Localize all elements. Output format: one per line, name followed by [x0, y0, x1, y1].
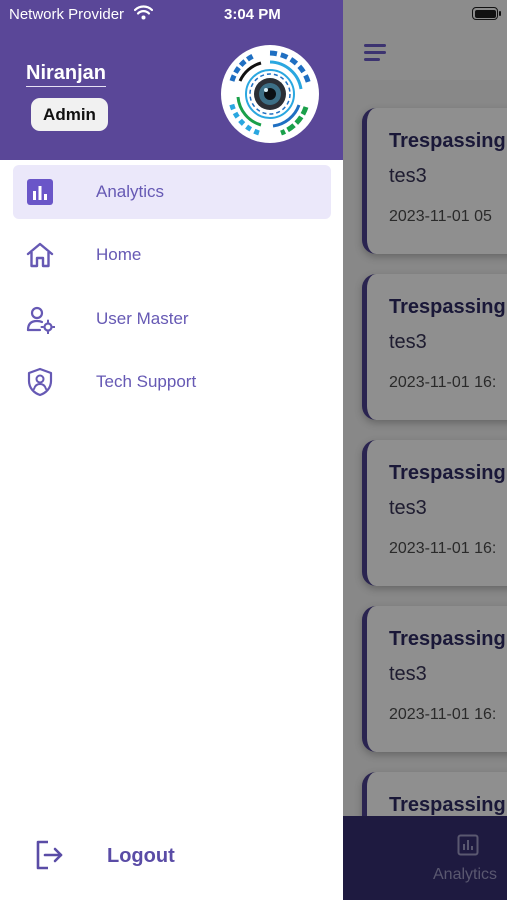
- incident-card[interactable]: Trespassing tes3 2023-11-01 16:: [362, 606, 507, 752]
- role-badge: Admin: [31, 98, 108, 131]
- drawer-header: Network Provider 3:04 PM Niranjan Admin: [0, 0, 343, 160]
- incident-title: Trespassing: [389, 130, 506, 152]
- menu-item-label: Home: [96, 245, 142, 264]
- menu-item-label: Analytics: [96, 182, 165, 201]
- incident-card[interactable]: Trespassing: [362, 772, 507, 816]
- incident-subtitle: tes3: [389, 331, 427, 353]
- status-time: 3:04 PM: [224, 6, 281, 23]
- incident-subtitle: tes3: [389, 663, 427, 685]
- incident-title: Trespassing: [389, 794, 506, 816]
- menu-item-tech-support[interactable]: Tech Support: [13, 355, 331, 409]
- user-name: Niranjan: [26, 62, 107, 87]
- menu-item-user-master[interactable]: User Master: [13, 292, 331, 346]
- app-logo: [221, 45, 319, 143]
- menu-item-analytics[interactable]: Analytics: [13, 165, 331, 219]
- incident-subtitle: tes3: [389, 165, 427, 187]
- incident-list: Trespassing tes3 2023-11-01 05 Trespassi…: [343, 80, 507, 816]
- incident-card[interactable]: Trespassing tes3 2023-11-01 05: [362, 108, 507, 254]
- menu-item-home[interactable]: Home: [13, 228, 331, 282]
- incident-title: Trespassing: [389, 628, 506, 650]
- incident-title: Trespassing: [389, 296, 506, 318]
- shield-user-icon: [27, 367, 53, 397]
- camera-lens-logo-icon: [223, 47, 317, 141]
- user-settings-icon: [26, 306, 55, 334]
- navigation-drawer: Network Provider 3:04 PM Niranjan Admin: [0, 0, 343, 900]
- incident-date: 2023-11-01 16:: [389, 374, 497, 391]
- bottom-tab-bar: Analytics: [343, 816, 507, 900]
- wifi-icon: [134, 5, 153, 20]
- hamburger-menu-icon[interactable]: [364, 44, 386, 61]
- incident-subtitle: tes3: [389, 497, 427, 519]
- incident-date: 2023-11-01 16:: [389, 706, 497, 723]
- incident-title: Trespassing: [389, 462, 506, 484]
- home-icon: [26, 242, 54, 268]
- logout-button[interactable]: Logout: [0, 822, 343, 888]
- menu-item-label: User Master: [96, 309, 189, 328]
- incident-date: 2023-11-01 05: [389, 208, 492, 225]
- analytics-tab-label[interactable]: Analytics: [433, 866, 497, 884]
- analytics-tab-icon[interactable]: [457, 834, 479, 856]
- logout-label: Logout: [107, 845, 175, 867]
- logout-icon: [36, 840, 63, 870]
- battery-icon: [472, 7, 501, 20]
- incident-date: 2023-11-01 16:: [389, 540, 497, 557]
- status-bar: Network Provider 3:04 PM: [0, 0, 343, 28]
- analytics-icon: [27, 179, 53, 205]
- incident-card[interactable]: Trespassing tes3 2023-11-01 16:: [362, 274, 507, 420]
- incident-card[interactable]: Trespassing tes3 2023-11-01 16:: [362, 440, 507, 586]
- carrier-name: Network Provider: [9, 6, 125, 23]
- menu-item-label: Tech Support: [96, 372, 197, 391]
